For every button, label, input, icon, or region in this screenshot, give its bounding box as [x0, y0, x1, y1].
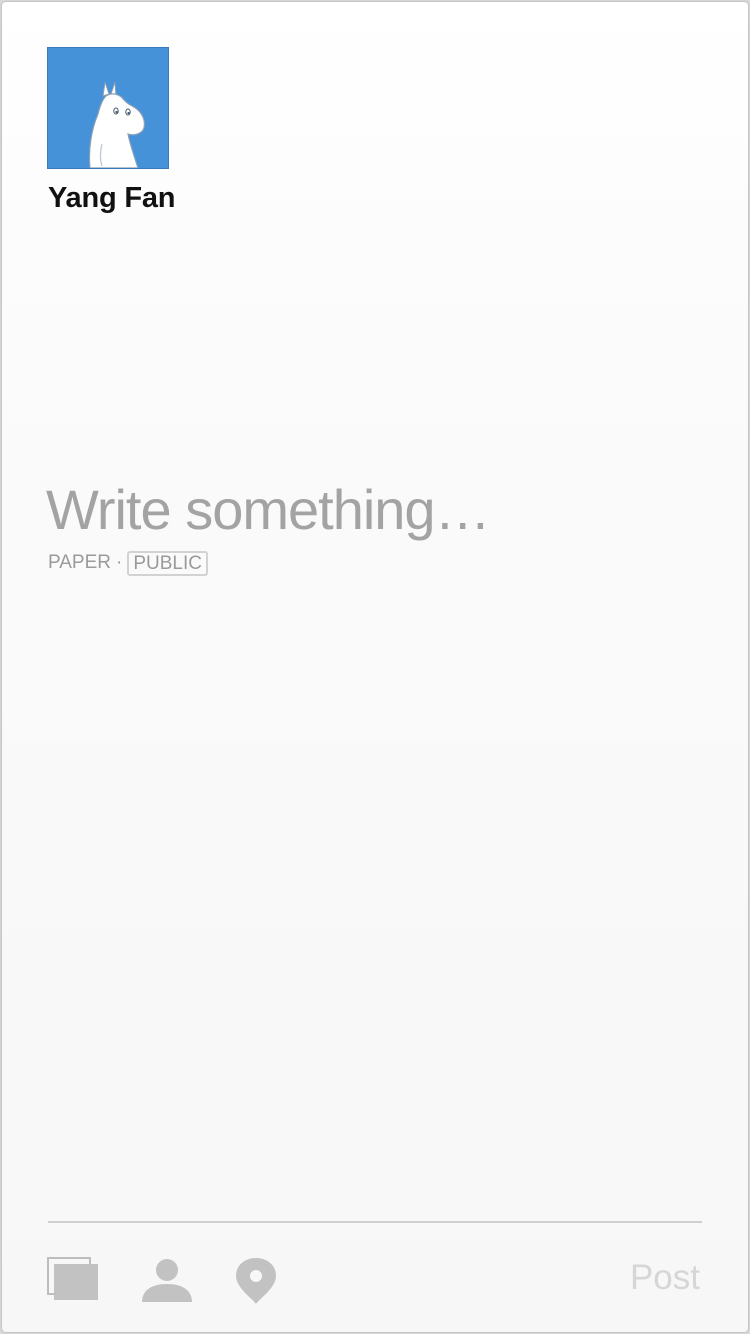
section-label: PAPER [48, 552, 112, 573]
post-button[interactable]: Post [630, 1258, 700, 1298]
avatar[interactable] [47, 47, 169, 169]
meta-separator: · [116, 552, 123, 573]
privacy-selector[interactable]: PUBLIC [127, 550, 208, 576]
toolbar-divider [48, 1221, 702, 1223]
photos-icon [47, 1257, 98, 1300]
location-icon [236, 1258, 276, 1304]
post-meta: PAPER · PUBLIC [48, 550, 208, 576]
author-name: Yang Fan [48, 182, 176, 214]
post-text-input[interactable]: Write something… [46, 477, 491, 542]
tag-person-icon [142, 1259, 192, 1302]
add-location-button[interactable] [232, 1256, 280, 1306]
moomin-avatar-icon [88, 81, 145, 168]
compose-card: Yang Fan Write something… PAPER · PUBLIC… [2, 2, 748, 1332]
add-photo-button[interactable] [46, 1256, 100, 1302]
tag-person-button[interactable] [140, 1256, 194, 1302]
